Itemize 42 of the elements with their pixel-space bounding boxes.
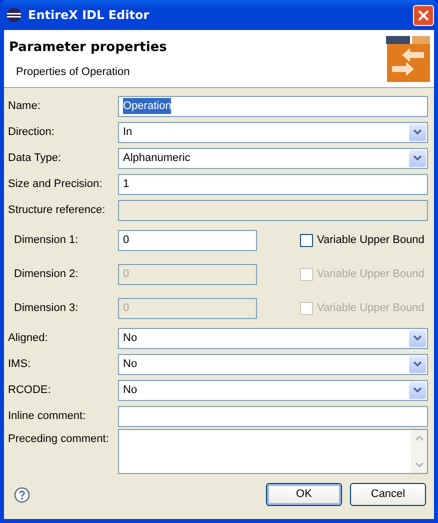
dropdown[interactable]: No [118,380,428,400]
dropdown[interactable]: No [118,328,428,348]
checkbox-label: Variable Upper Bound [317,232,424,248]
chevron-down-icon [409,382,426,398]
chevron-down-icon [409,330,426,346]
dropdown[interactable]: No [118,354,428,374]
dropdown[interactable]: In [118,122,428,142]
field-label: Structure reference: [8,202,106,218]
header-subtitle: Properties of Operation [16,64,131,80]
field-label: Data Type: [8,150,62,166]
field-label: Preceding comment: [8,432,110,447]
field-label: Size and Precision: [8,176,104,192]
chevron-down-icon [409,124,426,140]
checkbox-label: Variable Upper Bound [317,266,424,282]
field-label: Name: [8,98,42,114]
text-field[interactable]: Operation [118,96,428,116]
window-title: EntireX IDL Editor [28,7,150,24]
field-label: IMS: [8,356,32,372]
field-label: Inline comment: [8,408,87,424]
checkbox[interactable] [300,234,313,246]
dialog-button[interactable]: Cancel [350,483,426,506]
close-icon [418,10,429,20]
chevron-down-icon [409,150,426,166]
dropdown[interactable]: Alphanumeric [118,148,428,168]
text-area[interactable] [118,429,428,474]
text-field[interactable] [118,406,428,426]
field-label: RCODE: [8,382,52,398]
dialog-button[interactable]: OK [266,483,342,506]
field-label: Dimension 3: [13,300,80,316]
text-field[interactable]: 1 [118,174,428,194]
header-title: Parameter properties [9,39,167,57]
app-logo-icon [6,7,22,23]
help-icon[interactable] [14,486,30,502]
close-button[interactable] [413,4,434,26]
field-label: Dimension 2: [13,266,80,282]
field-label: Dimension 1: [13,232,80,248]
checkbox-label: Variable Upper Bound [317,300,424,316]
field-label: Aligned: [8,330,49,346]
text-field[interactable]: 0 [118,230,257,250]
parameter-arrows-icon [386,36,430,82]
field-label: Direction: [8,124,56,140]
chevron-down-icon [409,356,426,372]
